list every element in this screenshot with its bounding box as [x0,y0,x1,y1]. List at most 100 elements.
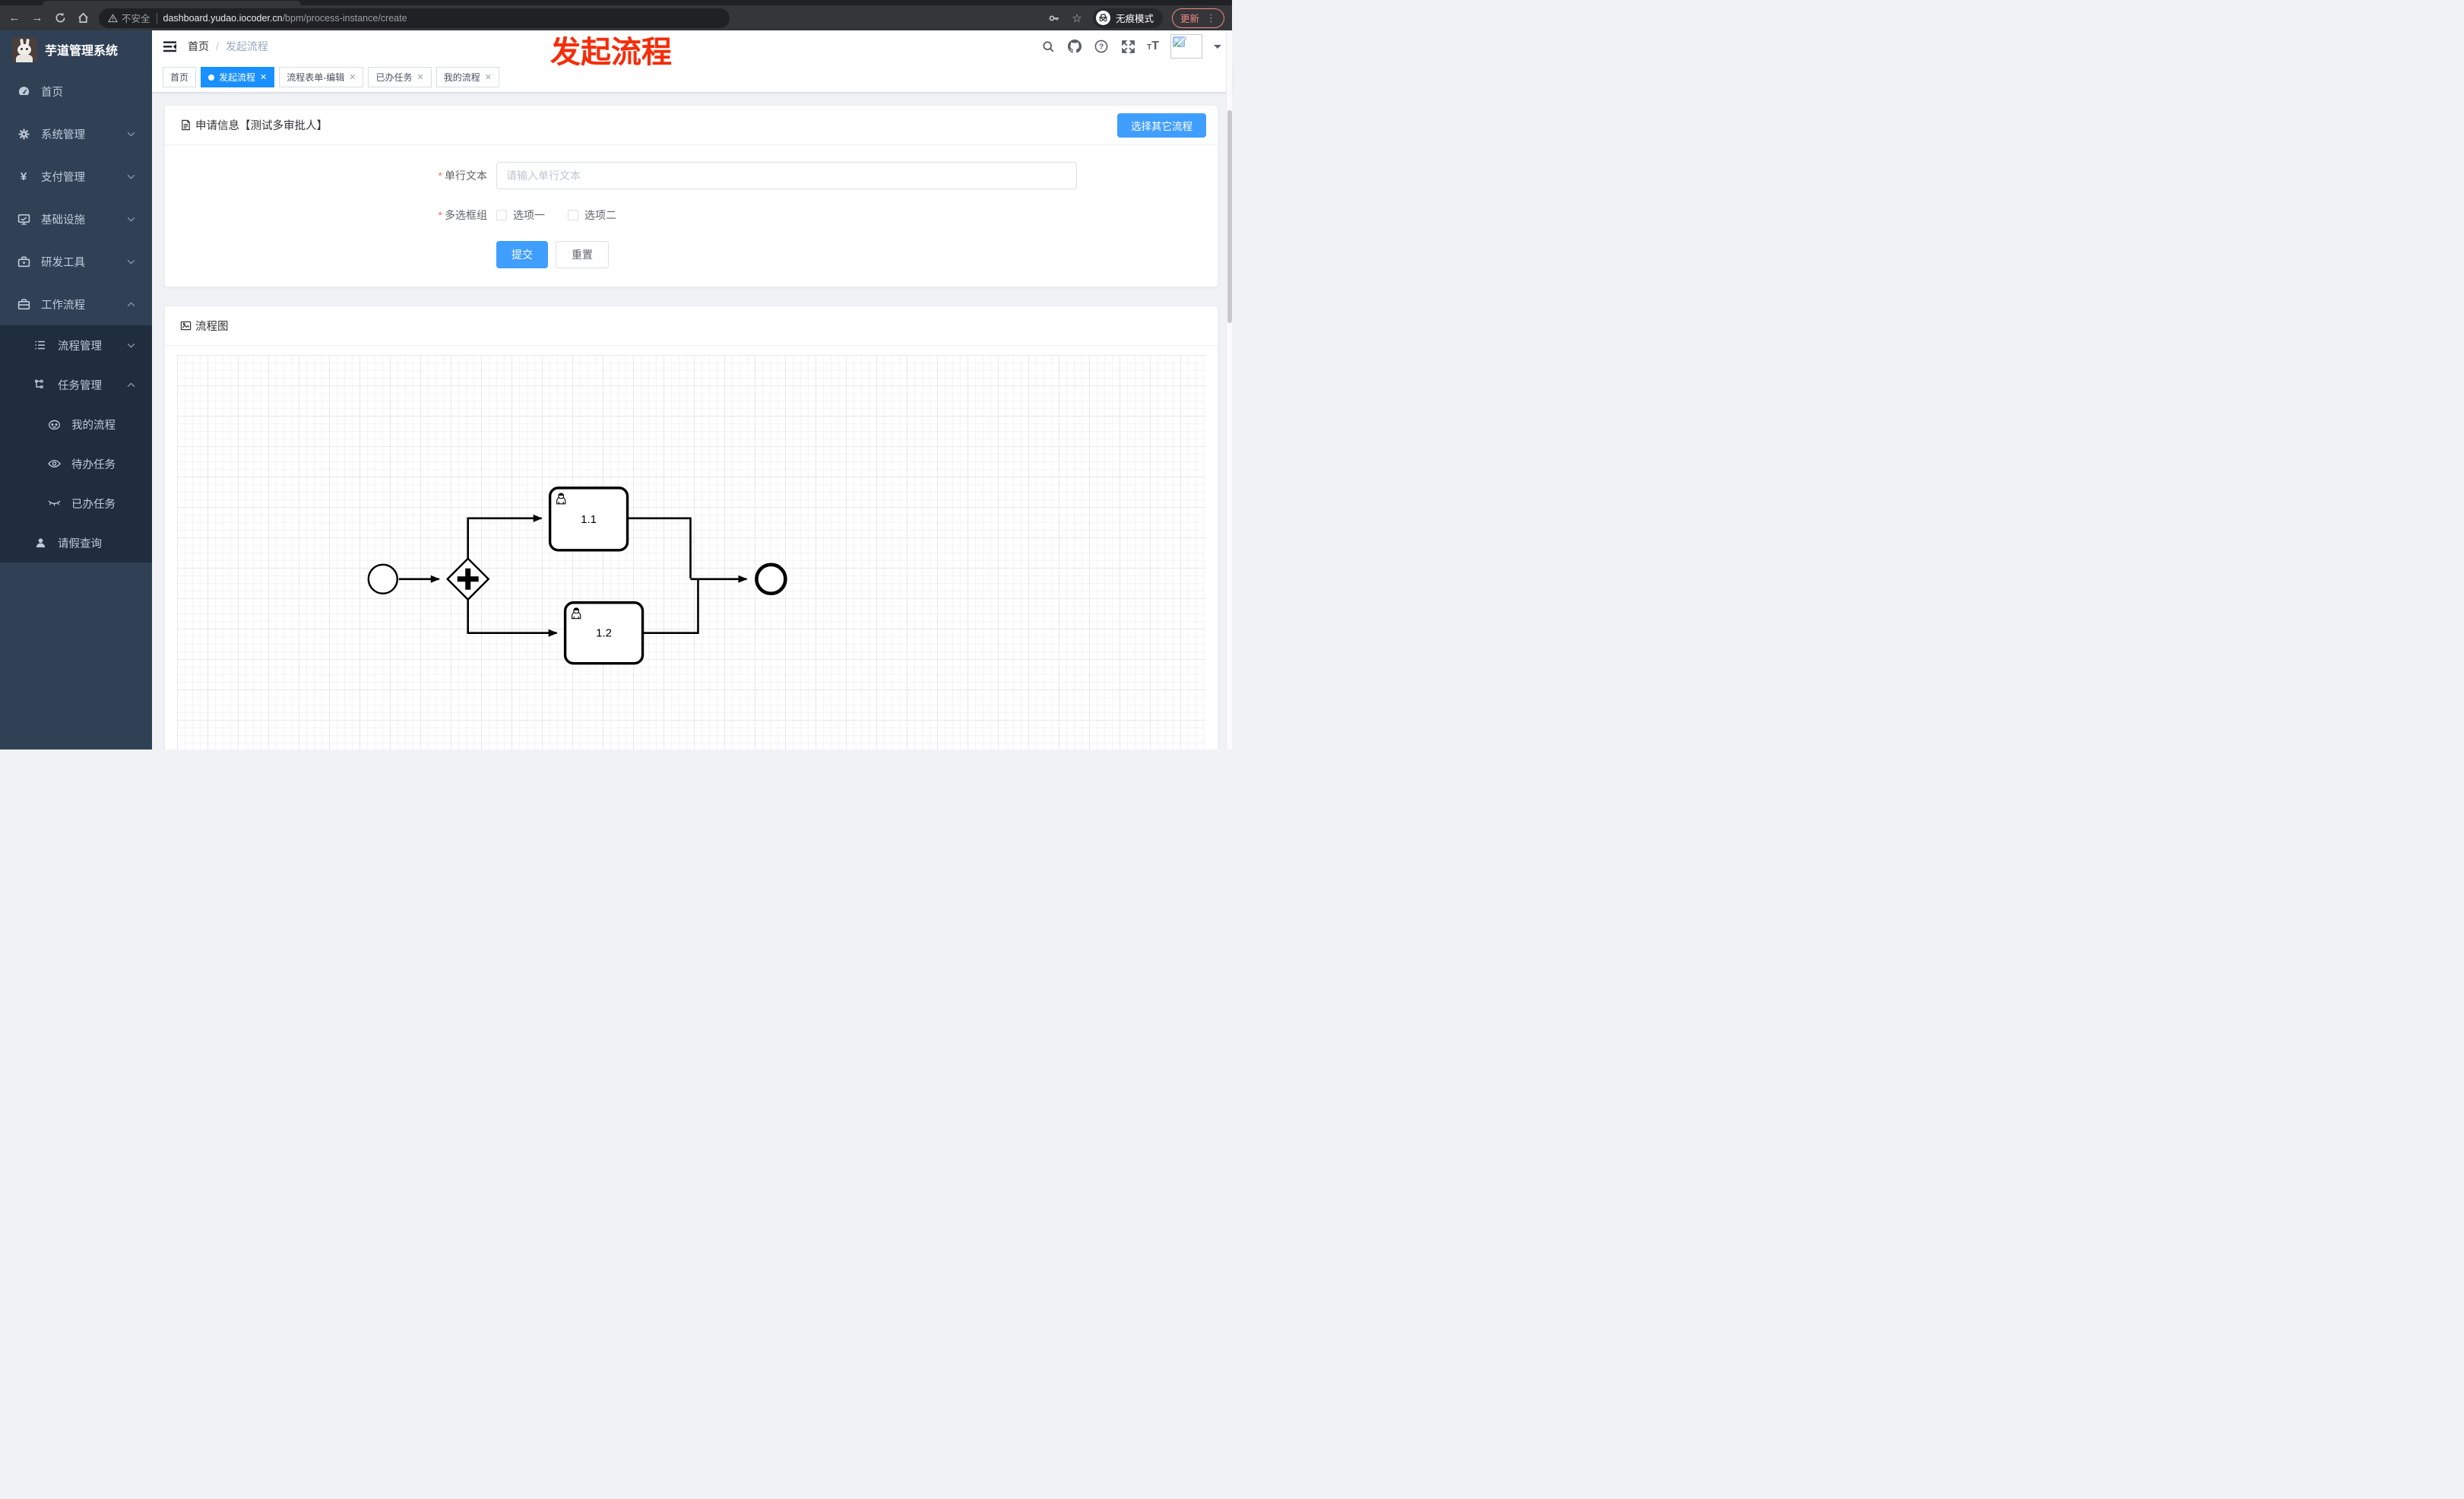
tab-home[interactable]: 首页 [163,67,197,87]
start-event-node[interactable] [367,563,398,594]
browser-tab[interactable] [43,1,301,5]
back-icon[interactable]: ← [8,11,21,24]
tab-start-process[interactable]: 发起流程 ✕ [201,67,275,87]
sidebar-item-label: 系统管理 [41,128,85,141]
breadcrumb-current: 发起流程 [225,40,268,52]
browser-chrome: ← → 不安全 dashboard.yudao.iocoder.cn/bpm/p… [0,0,1232,30]
address-bar[interactable]: 不安全 dashboard.yudao.iocoder.cn/bpm/proce… [99,8,730,28]
app-title: 芋道管理系统 [45,45,119,58]
sidebar-collapse-icon[interactable] [163,40,177,53]
checkbox-label: 选项二 [584,209,616,221]
sidebar-item-label: 请假查询 [58,537,102,550]
font-size-icon[interactable]: TT [1147,40,1159,53]
sidebar-item-home[interactable]: 首页 [0,70,152,113]
close-icon[interactable]: ✕ [416,72,423,82]
bpmn-canvas[interactable]: 1.1 1.2 [177,355,1205,750]
sidebar-item-process-mgmt[interactable]: 流程管理 [0,325,152,365]
breadcrumb-separator: / [216,40,219,52]
forward-icon[interactable]: → [30,11,44,24]
avatar-dropdown-caret[interactable] [1214,44,1221,52]
checkbox-label: 选项一 [513,209,545,221]
chevron-down-icon [127,339,135,351]
sidebar-item-done-tasks[interactable]: 已办任务 [0,483,152,523]
choose-other-process-button[interactable]: 选择其它流程 [1117,113,1206,138]
robot-face-icon [47,417,61,431]
process-diagram-card: 流程图 1.1 1.2 [164,306,1218,750]
tab-done-tasks[interactable]: 已办任务 ✕ [368,67,432,87]
security-warning[interactable]: 不安全 [108,11,150,25]
sidebar-item-dev-tools[interactable]: 研发工具 [0,240,152,283]
required-asterisk: * [438,209,442,221]
breadcrumb-home[interactable]: 首页 [188,39,209,54]
sidebar-item-label: 任务管理 [58,379,102,392]
incognito-icon [1095,11,1110,25]
scrollbar-thumb[interactable] [1227,110,1232,323]
sidebar-item-label: 我的流程 [71,419,116,432]
sidebar-item-task-mgmt[interactable]: 任务管理 [0,365,152,404]
image-icon [180,321,192,331]
sidebar-item-label: 研发工具 [41,256,85,269]
gear-icon [17,127,30,141]
single-line-text-input[interactable] [496,162,1077,189]
flow-task-1-2-out [642,579,699,635]
user-task-node-1-2[interactable]: 1.2 [563,601,645,665]
submit-button[interactable]: 提交 [496,241,548,268]
sidebar-item-workflow[interactable]: 工作流程 [0,283,152,325]
home-icon[interactable] [76,12,90,24]
bookmark-star-icon[interactable]: ☆ [1070,11,1084,25]
checkbox-option-1[interactable]: 选项一 [496,208,545,223]
user-icon [33,536,47,550]
sidebar-item-my-process[interactable]: 我的流程 [0,404,152,444]
flow-gateway-to-task-1-2 [467,599,558,637]
help-icon[interactable]: ? [1094,39,1109,54]
key-icon[interactable] [1047,12,1061,24]
page-content: 申请信息【测试多审批人】 选择其它流程 *单行文本 *多选框组 选项一 [152,93,1232,750]
sidebar-item-label: 流程管理 [58,340,102,353]
checkbox-icon[interactable] [496,210,507,220]
github-icon[interactable] [1067,39,1082,54]
sidebar-item-todo-tasks[interactable]: 待办任务 [0,444,152,483]
tab-process-form-edit[interactable]: 流程表单-编辑 ✕ [279,67,364,87]
checkbox-icon[interactable] [568,210,578,220]
browser-tabstrip [0,0,1232,5]
avatar[interactable] [1170,34,1202,59]
chevron-down-icon [127,255,135,268]
flow-task-1-1-out [627,517,692,578]
sidebar-item-system[interactable]: 系统管理 [0,113,152,155]
search-icon[interactable] [1040,39,1056,54]
checkbox-option-2[interactable]: 选项二 [568,208,616,223]
monitor-icon [17,212,30,226]
sidebar-item-label: 首页 [41,86,63,99]
reload-icon[interactable] [53,12,67,24]
sidebar-item-label: 基础设施 [41,214,85,227]
parallel-gateway-node[interactable] [446,557,490,601]
tree-icon [33,378,47,391]
tab-label: 已办任务 [375,72,413,83]
logo-row[interactable]: 芋道管理系统 [0,30,152,68]
close-icon[interactable]: ✕ [485,72,492,82]
incognito-label: 无痕模式 [1115,14,1154,24]
breadcrumb: 首页 / 发起流程 [188,39,268,54]
card-title: 申请信息【测试多审批人】 [195,120,328,132]
end-event-node[interactable] [755,563,787,596]
field-label-checkbox-group: * 多选框组 [438,209,487,221]
fullscreen-icon[interactable] [1120,39,1135,54]
tab-my-process[interactable]: 我的流程 ✕ [435,67,499,87]
sidebar-item-leave-query[interactable]: 请假查询 [0,523,152,563]
required-asterisk: * [438,170,442,182]
sidebar-item-label: 待办任务 [71,458,116,471]
sidebar-item-infrastructure[interactable]: 基础设施 [0,198,152,240]
reset-button[interactable]: 重置 [556,241,609,268]
apply-info-card: 申请信息【测试多审批人】 选择其它流程 *单行文本 *多选框组 选项一 [164,105,1218,287]
document-icon [182,119,190,131]
page-scrollbar[interactable] [1226,30,1232,750]
close-icon[interactable]: ✕ [349,72,356,82]
update-button[interactable]: 更新 ⋮ [1171,8,1224,28]
dashboard-icon [17,84,30,98]
eye-icon [47,457,61,471]
sidebar-item-payment[interactable]: ¥ 支付管理 [0,155,152,198]
close-icon[interactable]: ✕ [260,72,267,82]
user-task-node-1-1[interactable]: 1.1 [548,486,629,552]
browser-menu-icon[interactable]: ⋮ [1206,12,1216,24]
list-icon [33,338,47,352]
